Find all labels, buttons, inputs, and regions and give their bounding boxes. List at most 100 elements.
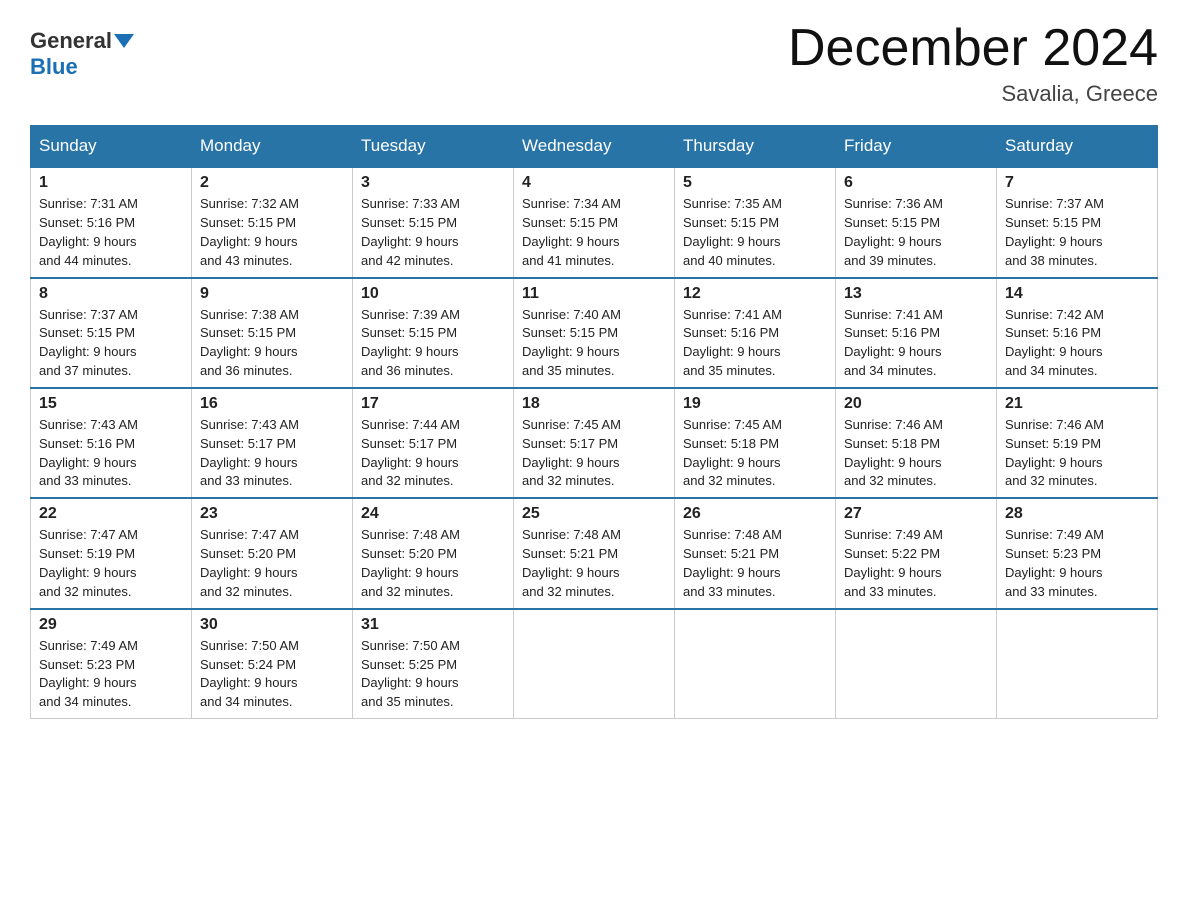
week-row-4: 22 Sunrise: 7:47 AMSunset: 5:19 PMDayligh… [31,498,1158,608]
day-info: Sunrise: 7:49 AMSunset: 5:23 PMDaylight:… [1005,526,1149,601]
day-number: 10 [361,285,505,303]
day-number: 14 [1005,285,1149,303]
weekday-header-monday: Monday [192,126,353,168]
day-info: Sunrise: 7:47 AMSunset: 5:20 PMDaylight:… [200,526,344,601]
calendar-cell: 23 Sunrise: 7:47 AMSunset: 5:20 PMDayligh… [192,498,353,608]
logo-general-text: General [30,28,112,54]
calendar-cell: 19Sunrise: 7:45 AMSunset: 5:18 PMDayligh… [675,388,836,498]
calendar-cell: 2 Sunrise: 7:32 AMSunset: 5:15 PMDaylight… [192,167,353,277]
page-subtitle: Savalia, Greece [788,81,1158,107]
calendar-cell: 8 Sunrise: 7:37 AMSunset: 5:15 PMDaylight… [31,278,192,388]
day-info: Sunrise: 7:43 AMSunset: 5:16 PMDaylight:… [39,416,183,491]
calendar-cell [836,609,997,719]
calendar-cell: 31Sunrise: 7:50 AMSunset: 5:25 PMDayligh… [353,609,514,719]
calendar-cell: 22 Sunrise: 7:47 AMSunset: 5:19 PMDayligh… [31,498,192,608]
calendar-cell [514,609,675,719]
calendar-cell: 17Sunrise: 7:44 AMSunset: 5:17 PMDayligh… [353,388,514,498]
day-info: Sunrise: 7:32 AMSunset: 5:15 PMDaylight:… [200,195,344,270]
logo-arrow-icon [114,34,134,48]
day-info: Sunrise: 7:47 AMSunset: 5:19 PMDaylight:… [39,526,183,601]
day-number: 20 [844,395,988,413]
day-info: Sunrise: 7:42 AMSunset: 5:16 PMDaylight:… [1005,306,1149,381]
day-number: 7 [1005,174,1149,192]
day-number: 16 [200,395,344,413]
weekday-header-thursday: Thursday [675,126,836,168]
day-number: 2 [200,174,344,192]
day-info: Sunrise: 7:39 AMSunset: 5:15 PMDaylight:… [361,306,505,381]
day-info: Sunrise: 7:46 AMSunset: 5:18 PMDaylight:… [844,416,988,491]
calendar-cell: 29Sunrise: 7:49 AMSunset: 5:23 PMDayligh… [31,609,192,719]
day-number: 8 [39,285,183,303]
day-number: 22 [39,505,183,523]
calendar-cell: 24 Sunrise: 7:48 AMSunset: 5:20 PMDayligh… [353,498,514,608]
calendar-cell: 28 Sunrise: 7:49 AMSunset: 5:23 PMDayligh… [997,498,1158,608]
day-info: Sunrise: 7:34 AMSunset: 5:15 PMDaylight:… [522,195,666,270]
day-info: Sunrise: 7:37 AMSunset: 5:15 PMDaylight:… [1005,195,1149,270]
page-title: December 2024 [788,20,1158,77]
day-number: 4 [522,174,666,192]
day-info: Sunrise: 7:33 AMSunset: 5:15 PMDaylight:… [361,195,505,270]
week-row-2: 8 Sunrise: 7:37 AMSunset: 5:15 PMDaylight… [31,278,1158,388]
day-number: 18 [522,395,666,413]
calendar-cell: 6Sunrise: 7:36 AMSunset: 5:15 PMDaylight… [836,167,997,277]
day-number: 28 [1005,505,1149,523]
day-number: 5 [683,174,827,192]
week-row-5: 29Sunrise: 7:49 AMSunset: 5:23 PMDayligh… [31,609,1158,719]
calendar-cell: 15 Sunrise: 7:43 AMSunset: 5:16 PMDayligh… [31,388,192,498]
weekday-header-tuesday: Tuesday [353,126,514,168]
day-info: Sunrise: 7:48 AMSunset: 5:20 PMDaylight:… [361,526,505,601]
day-info: Sunrise: 7:45 AMSunset: 5:17 PMDaylight:… [522,416,666,491]
day-number: 30 [200,616,344,634]
day-info: Sunrise: 7:31 AMSunset: 5:16 PMDaylight:… [39,195,183,270]
day-number: 11 [522,285,666,303]
day-info: Sunrise: 7:41 AMSunset: 5:16 PMDaylight:… [844,306,988,381]
day-info: Sunrise: 7:36 AMSunset: 5:15 PMDaylight:… [844,195,988,270]
calendar-cell: 1 Sunrise: 7:31 AMSunset: 5:16 PMDaylight… [31,167,192,277]
week-row-1: 1 Sunrise: 7:31 AMSunset: 5:16 PMDaylight… [31,167,1158,277]
day-number: 26 [683,505,827,523]
day-info: Sunrise: 7:43 AMSunset: 5:17 PMDaylight:… [200,416,344,491]
day-number: 24 [361,505,505,523]
calendar-cell: 3 Sunrise: 7:33 AMSunset: 5:15 PMDaylight… [353,167,514,277]
calendar-cell [675,609,836,719]
weekday-header-sunday: Sunday [31,126,192,168]
logo-blue-text: Blue [30,54,78,79]
day-info: Sunrise: 7:37 AMSunset: 5:15 PMDaylight:… [39,306,183,381]
calendar-cell: 14 Sunrise: 7:42 AMSunset: 5:16 PMDayligh… [997,278,1158,388]
calendar-cell: 7 Sunrise: 7:37 AMSunset: 5:15 PMDaylight… [997,167,1158,277]
day-info: Sunrise: 7:48 AMSunset: 5:21 PMDaylight:… [683,526,827,601]
day-info: Sunrise: 7:50 AMSunset: 5:24 PMDaylight:… [200,637,344,712]
calendar-cell: 5 Sunrise: 7:35 AMSunset: 5:15 PMDaylight… [675,167,836,277]
day-info: Sunrise: 7:44 AMSunset: 5:17 PMDaylight:… [361,416,505,491]
calendar-cell: 27Sunrise: 7:49 AMSunset: 5:22 PMDayligh… [836,498,997,608]
day-number: 21 [1005,395,1149,413]
weekday-header-saturday: Saturday [997,126,1158,168]
day-number: 27 [844,505,988,523]
page-header: General Blue December 2024 Savalia, Gree… [30,20,1158,107]
day-info: Sunrise: 7:35 AMSunset: 5:15 PMDaylight:… [683,195,827,270]
weekday-header-row: SundayMondayTuesdayWednesdayThursdayFrid… [31,126,1158,168]
day-number: 13 [844,285,988,303]
day-info: Sunrise: 7:48 AMSunset: 5:21 PMDaylight:… [522,526,666,601]
day-number: 15 [39,395,183,413]
calendar-cell: 13 Sunrise: 7:41 AMSunset: 5:16 PMDayligh… [836,278,997,388]
day-number: 12 [683,285,827,303]
day-number: 31 [361,616,505,634]
day-number: 23 [200,505,344,523]
week-row-3: 15 Sunrise: 7:43 AMSunset: 5:16 PMDayligh… [31,388,1158,498]
title-block: December 2024 Savalia, Greece [788,20,1158,107]
calendar-cell: 11 Sunrise: 7:40 AMSunset: 5:15 PMDayligh… [514,278,675,388]
day-number: 1 [39,174,183,192]
day-number: 25 [522,505,666,523]
weekday-header-wednesday: Wednesday [514,126,675,168]
day-info: Sunrise: 7:41 AMSunset: 5:16 PMDaylight:… [683,306,827,381]
day-info: Sunrise: 7:45 AMSunset: 5:18 PMDaylight:… [683,416,827,491]
day-number: 9 [200,285,344,303]
day-info: Sunrise: 7:40 AMSunset: 5:15 PMDaylight:… [522,306,666,381]
calendar-cell: 10 Sunrise: 7:39 AMSunset: 5:15 PMDayligh… [353,278,514,388]
day-number: 3 [361,174,505,192]
calendar-cell: 18 Sunrise: 7:45 AMSunset: 5:17 PMDayligh… [514,388,675,498]
calendar-cell: 12 Sunrise: 7:41 AMSunset: 5:16 PMDayligh… [675,278,836,388]
day-info: Sunrise: 7:46 AMSunset: 5:19 PMDaylight:… [1005,416,1149,491]
calendar-cell: 4 Sunrise: 7:34 AMSunset: 5:15 PMDaylight… [514,167,675,277]
